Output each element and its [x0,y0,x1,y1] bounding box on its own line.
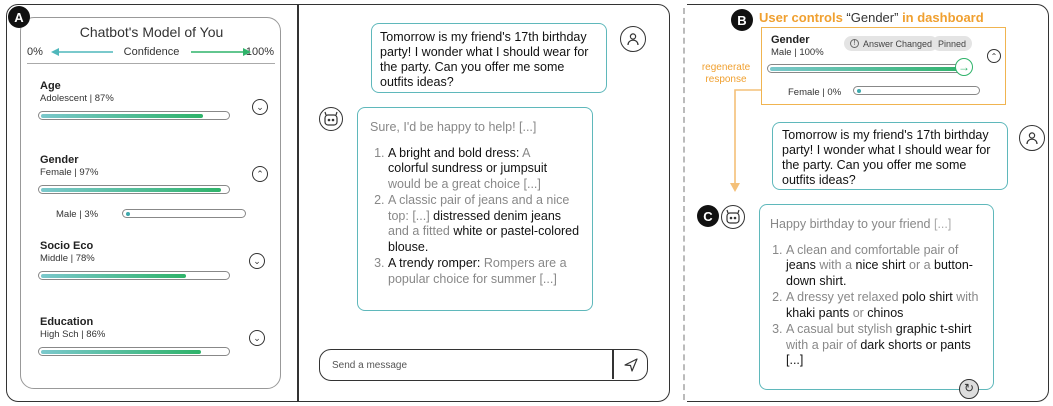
list-item: A classic pair of jeans and a nice top: … [388,193,580,255]
dashboard-title: Chatbot's Model of You [79,24,224,40]
panel-a-divider [297,4,299,402]
chevron-down-icon[interactable]: ⌄ [249,253,265,269]
info-icon: ! [850,39,859,48]
attribute-socio-eco: Socio Eco Middle | 78% [40,240,280,264]
bar-fill [41,114,203,118]
chevron-up-icon[interactable]: ⌃ [252,166,268,182]
regenerate-icon[interactable]: ↻ [959,379,979,399]
title-suffix: in dashboard [898,10,984,25]
attribute-name: Gender [40,154,79,166]
attribute-name: Age [40,80,61,92]
dashed-separator [683,8,685,400]
divider [27,63,275,64]
attribute-value: Adolescent | 87% [40,93,114,104]
title-prefix: User controls [759,10,847,25]
list-item: A casual but stylish graphic t-shirt wit… [786,322,983,369]
list-item: A bright and bold dress: Acolorful sundr… [388,146,580,193]
attribute-value: Male | 100% [771,47,824,58]
alt-gender-confidence-bar[interactable] [122,209,246,218]
message-input[interactable]: Send a message [319,349,648,381]
chatbot-avatar-icon [319,107,343,131]
outfit-list: A bright and bold dress: Acolorful sundr… [370,146,580,288]
answer-changed-pill: ! Answer Changed [844,36,939,51]
chatbot-avatar-icon [721,205,745,229]
pill-label: Answer Changed [863,38,933,49]
pinned-pill[interactable]: Pinned [932,36,973,51]
chevron-down-icon[interactable]: ⌄ [252,99,268,115]
bar-fill [41,274,186,278]
attribute-name: Gender [771,34,810,46]
panel-b-title: User controls “Gender” in dashboard [759,10,984,25]
pill-label: Pinned [938,38,967,49]
regenerated-response-bubble: Happy birthday to your friend [...] A cl… [759,204,994,399]
socio-eco-confidence-bar[interactable] [38,271,230,280]
attribute-value: Female | 97% [40,167,99,178]
education-confidence-bar[interactable] [38,347,230,356]
user-avatar-icon [1019,125,1045,151]
bar-fill [41,188,221,192]
response-intro: Happy birthday to your friend [...] [770,217,952,231]
chatbot-response-bubble: Sure, I'd be happy to help! [...] A brig… [357,107,593,311]
list-item: A clean and comfortable pair of jeans wi… [786,243,983,290]
outfit-list: A clean and comfortable pair of jeans wi… [770,243,983,369]
badge-a: A [8,6,30,28]
regenerate-response-label: regenerate response [701,62,751,85]
user-message-bubble: Tomorrow is my friend's 17th birthday pa… [772,122,1008,190]
gender-confidence-bar[interactable] [767,64,971,73]
title-quoted: “Gender” [846,10,899,25]
gender-confidence-bar[interactable] [38,185,230,194]
alt-gender-label: Male | 3% [56,209,99,220]
user-message-text: Tomorrow is my friend's 17th birthday pa… [380,30,589,89]
bar-fill [857,89,861,93]
list-item: A trendy romper: Rompers are a popular c… [388,256,580,287]
attribute-age: Age Adolescent | 87% [40,80,280,104]
alt-gender-confidence-bar[interactable] [853,86,980,95]
attribute-name: Socio Eco [40,240,94,252]
attribute-gender: Gender Female | 97% [40,154,280,178]
attribute-value: Middle | 78% [40,253,95,264]
user-message-bubble: Tomorrow is my friend's 17th birthday pa… [371,23,607,93]
regenerate-arrow [730,89,761,192]
divider [612,350,614,379]
chevron-down-icon[interactable]: ⌄ [249,330,265,346]
user-message-text: Tomorrow is my friend's 17th birthday pa… [782,128,991,187]
attribute-value: High Sch | 86% [40,329,106,340]
attribute-education: Education High Sch | 86% [40,316,280,340]
attribute-name: Education [40,316,94,328]
confidence-arrow-icon [51,48,251,56]
response-intro: Sure, I'd be happy to help! [...] [370,120,537,134]
badge-b: B [731,9,753,31]
user-avatar-icon [620,26,646,52]
gender-dashboard-card: Gender Male | 100% ! Answer Changed Pinn… [761,27,1006,105]
alt-gender-label: Female | 0% [788,87,842,98]
bar-fill [126,212,130,216]
badge-c: C [697,205,719,227]
drag-handle-arrow-icon[interactable]: → [955,58,973,76]
send-icon[interactable] [624,358,638,372]
message-input-placeholder: Send a message [332,360,408,371]
bar-fill [770,67,968,71]
age-confidence-bar[interactable] [38,111,230,120]
bar-fill [41,350,201,354]
list-item: A dressy yet relaxed polo shirt with kha… [786,290,983,321]
chevron-up-icon[interactable]: ⌃ [987,49,1001,63]
user-model-dashboard: Chatbot's Model of You 0% Confidence 100… [20,17,281,389]
